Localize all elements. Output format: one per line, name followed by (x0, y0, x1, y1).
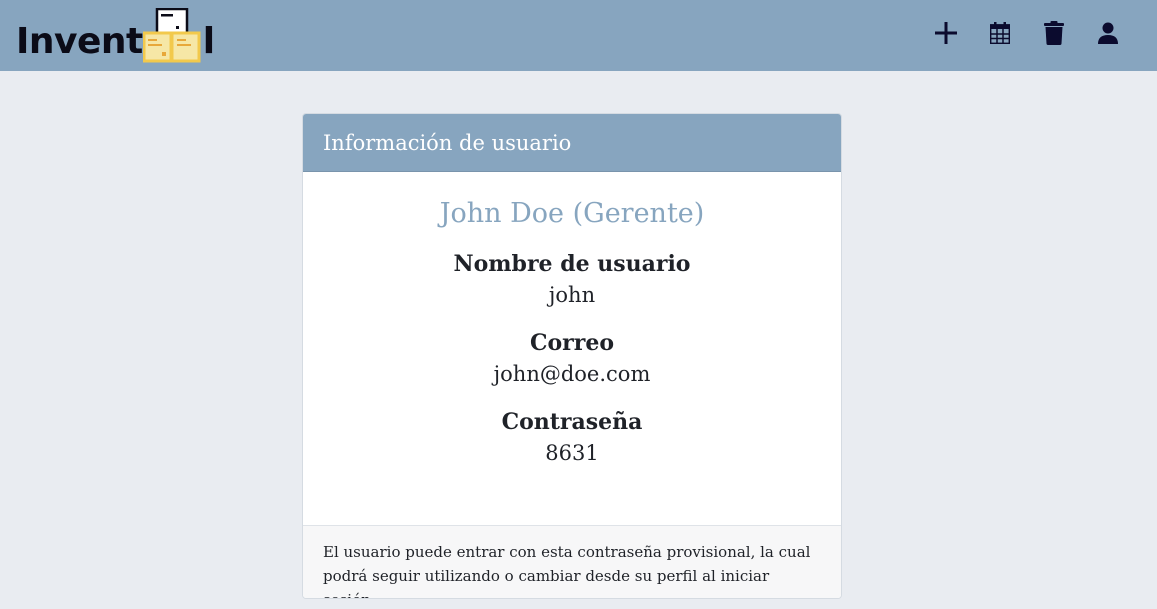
password-label: Contraseña (501, 409, 643, 435)
username-label: Nombre de usuario (453, 251, 691, 277)
plus-icon[interactable] (931, 18, 961, 48)
footer-note-line-2: podrá seguir utilizando o cambiar desde … (323, 567, 770, 598)
username-field: Nombre de usuario john (303, 249, 841, 311)
card-title: Información de usuario (323, 130, 572, 155)
password-value: 8631 (545, 441, 599, 465)
user-icon[interactable] (1093, 18, 1123, 48)
brand-text: Invent (16, 21, 143, 62)
password-field: Contraseña 8631 (303, 407, 841, 469)
card-header: Información de usuario (303, 114, 841, 172)
brand-text-end: l (202, 21, 216, 62)
footer-note-line-1: El usuario puede entrar con esta contras… (323, 543, 811, 561)
inventool-logo-icon (142, 8, 201, 63)
email-value: john@doe.com (493, 362, 651, 386)
top-navbar: Invent l (0, 0, 1157, 71)
user-info-card: Información de usuario John Doe (Gerente… (302, 113, 842, 599)
email-field: Correo john@doe.com (303, 328, 841, 390)
trash-icon[interactable] (1039, 18, 1069, 48)
calendar-icon[interactable] (985, 18, 1015, 48)
username-value: john (548, 283, 596, 307)
card-body: John Doe (Gerente) Nombre de usuario joh… (303, 172, 841, 525)
card-footer: El usuario puede entrar con esta contras… (303, 525, 841, 598)
user-display-name: John Doe (Gerente) (439, 198, 705, 229)
email-label: Correo (529, 330, 615, 356)
brand-logo-link[interactable]: Invent l (16, 4, 216, 64)
navbar-actions (931, 18, 1123, 48)
